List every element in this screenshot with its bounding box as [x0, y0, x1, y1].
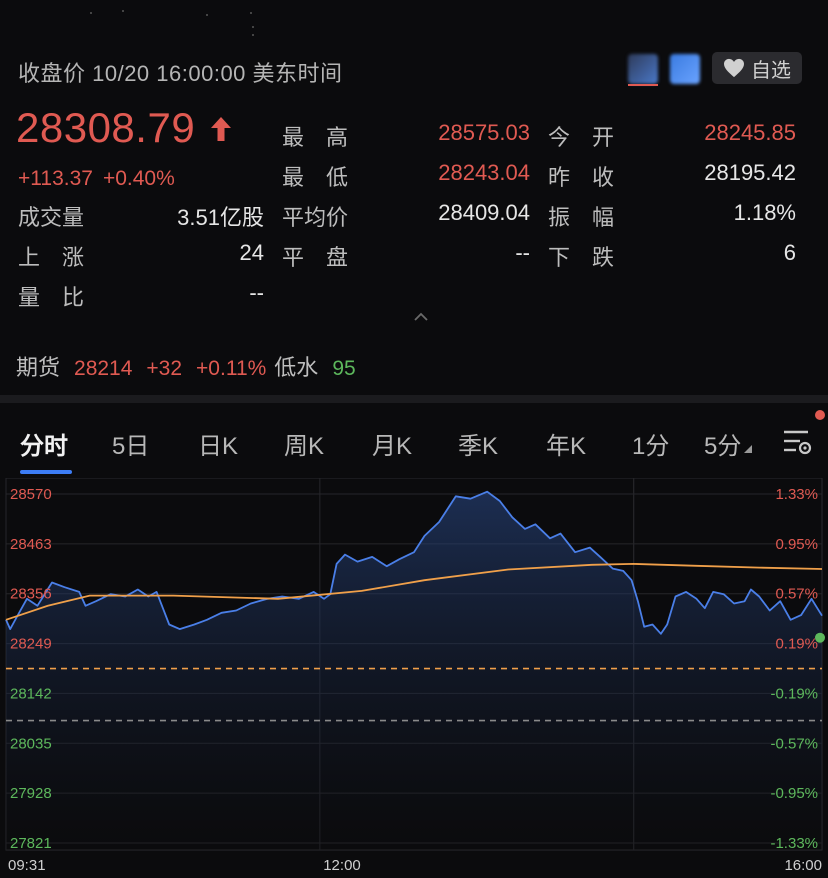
stat-value-open: 28245.85: [704, 120, 796, 145]
y-tick-label: 28356: [10, 586, 52, 603]
y-tick-label-percent: 0.57%: [775, 586, 818, 603]
stat-label-prev-close: 昨 收: [548, 165, 615, 190]
notification-dot: [815, 410, 825, 420]
stat-label-high: 最 高: [282, 125, 349, 150]
stat-label-unchanged: 平 盘: [282, 245, 349, 270]
tab-yearly-k[interactable]: 年K: [546, 426, 586, 461]
chevron-up-icon[interactable]: [414, 312, 428, 321]
section-divider: [0, 395, 828, 403]
up-arrow-icon: [211, 117, 231, 141]
stat-value-avg-price: 28409.04: [438, 200, 530, 225]
tab-weekly-k[interactable]: 周K: [284, 426, 324, 461]
chart-tabs: 分时 5日 日K 周K 月K 季K 年K 1分 5分: [0, 410, 828, 474]
header-actions: 自选: [624, 50, 804, 90]
tab-5-minute[interactable]: 5分: [704, 426, 753, 461]
y-tick-label: 27821: [10, 835, 52, 852]
y-tick-label-percent: 0.95%: [775, 536, 818, 553]
page-title: 收盘价 10/20 16:00:00 美东时间: [18, 61, 343, 86]
y-tick-label-percent: -0.57%: [770, 735, 818, 752]
tab-intraday[interactable]: 分时: [20, 426, 68, 461]
y-tick-label: 28249: [10, 636, 52, 653]
y-tick-label: 28035: [10, 735, 52, 752]
change-percent: +0.40%: [102, 167, 175, 190]
stat-value-volume: 3.51亿股: [177, 205, 264, 230]
tab-5-minute-label: 5分: [704, 433, 742, 460]
futures-row[interactable]: 期货 28214 +32 +0.11% 低水 95: [16, 350, 370, 382]
share-icon[interactable]: [628, 54, 658, 84]
futures-price: 28214: [74, 357, 133, 380]
tab-1-minute[interactable]: 1分: [632, 426, 669, 461]
stat-label-advancers: 上 涨: [18, 245, 85, 270]
change-value: +113.37: [18, 167, 93, 190]
y-tick-label-percent: -0.95%: [770, 785, 818, 802]
last-price: 28308.79: [16, 104, 196, 151]
x-tick-label: 12:00: [323, 857, 361, 874]
stat-value-decliners: 6: [783, 240, 796, 265]
app-icon[interactable]: [670, 54, 700, 84]
y-tick-label-percent: -1.33%: [770, 835, 818, 852]
tab-monthly-k[interactable]: 月K: [372, 426, 412, 461]
y-tick-label: 28142: [10, 685, 52, 702]
y-tick-label-percent: -0.19%: [770, 685, 818, 702]
y-tick-label: 28570: [10, 486, 52, 503]
stat-label-open: 今 开: [548, 125, 615, 150]
heart-icon: [724, 58, 744, 78]
tab-5-day[interactable]: 5日: [112, 426, 149, 461]
y-tick-label: 28463: [10, 536, 52, 553]
futures-basis: 95: [332, 357, 356, 380]
stat-value-high: 28575.03: [438, 120, 530, 145]
dropdown-corner-icon: [744, 445, 753, 453]
futures-basis-label: 低水: [274, 355, 319, 380]
change-row: +113.37 +0.40%: [18, 167, 175, 191]
stat-value-amplitude: 1.18%: [733, 200, 796, 225]
futures-change: +32: [146, 357, 183, 380]
stat-value-prev-close: 28195.42: [704, 160, 796, 185]
stat-label-amplitude: 振 幅: [548, 205, 615, 230]
status-bar: [86, 10, 266, 40]
x-tick-label: 16:00: [784, 857, 822, 874]
y-tick-label: 27928: [10, 785, 52, 802]
stat-value-volume-ratio: --: [249, 280, 264, 305]
stat-label-low: 最 低: [282, 165, 349, 190]
tab-quarterly-k[interactable]: 季K: [458, 426, 498, 461]
chart-settings-icon[interactable]: [782, 428, 814, 456]
intraday-chart[interactable]: 28570 1.33% 28463 0.95% 28356 0.57% 28249 0.19%…: [0, 478, 828, 878]
stat-label-volume: 成交量: [18, 205, 85, 230]
y-tick-label-percent: 1.33%: [775, 486, 818, 503]
futures-change-percent: +0.11%: [196, 357, 267, 380]
active-tab-indicator: [20, 470, 72, 474]
stat-label-volume-ratio: 量 比: [18, 285, 85, 310]
y-tick-label-percent: 0.19%: [775, 636, 818, 653]
stat-value-low: 28243.04: [438, 160, 530, 185]
tab-daily-k[interactable]: 日K: [198, 426, 238, 461]
stat-value-unchanged: --: [515, 240, 530, 265]
futures-label: 期货: [16, 355, 61, 380]
watchlist-button[interactable]: 自选: [712, 52, 802, 84]
active-indicator: [628, 84, 658, 86]
stat-value-advancers: 24: [239, 240, 264, 265]
x-tick-label: 09:31: [8, 857, 46, 874]
watchlist-label: 自选: [751, 59, 791, 82]
stat-label-avg-price: 平均价: [282, 205, 349, 230]
stat-label-decliners: 下 跌: [548, 245, 615, 270]
